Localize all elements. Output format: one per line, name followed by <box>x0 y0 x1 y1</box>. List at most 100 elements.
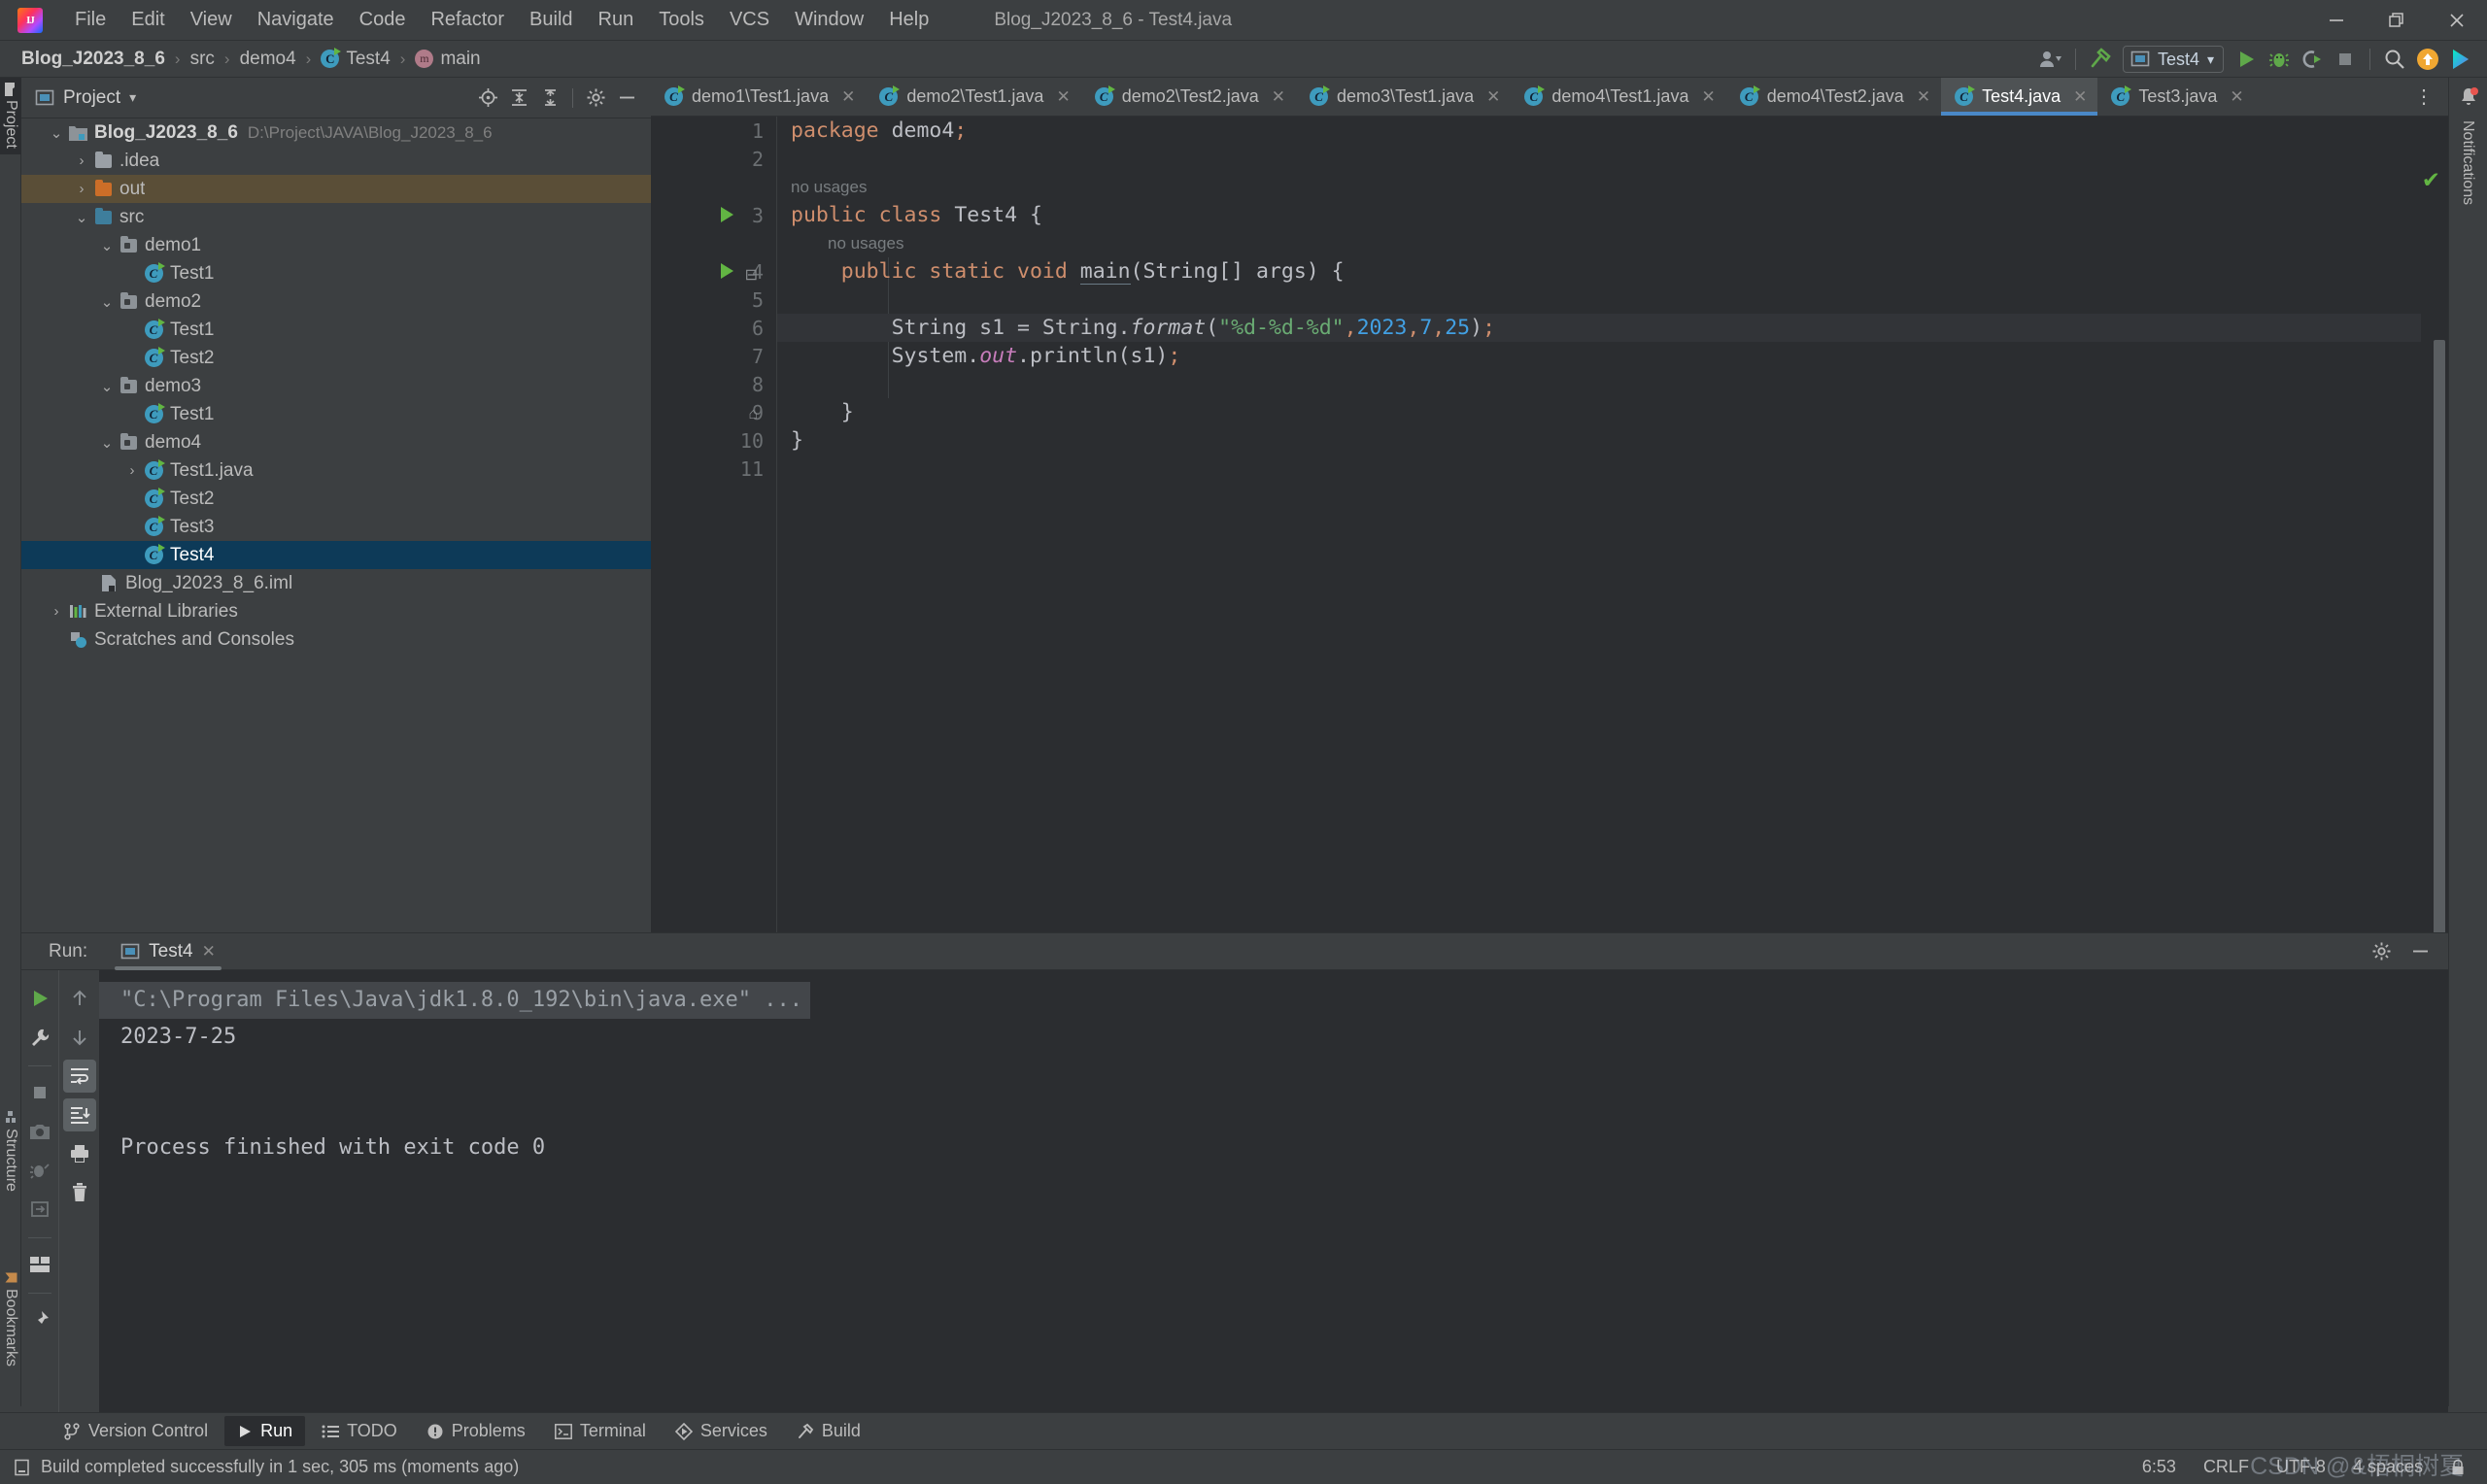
code-text[interactable]: package demo4; no usages public class Te… <box>777 117 2448 932</box>
hide-panel-icon[interactable] <box>612 84 641 112</box>
update-project-icon[interactable] <box>2411 45 2444 74</box>
close-icon[interactable]: ✕ <box>1917 87 1930 107</box>
menu-build[interactable]: Build <box>517 5 585 35</box>
tree-node-demo1-test1[interactable]: C Test1 <box>21 259 651 287</box>
editor-tab-test3[interactable]: C Test3.java ✕ <box>2097 78 2254 116</box>
chevron-right-icon[interactable]: › <box>47 603 66 620</box>
code-editor[interactable]: 1 2 3 4 ⊟ 5 6 7 8 9 ⌂ 10 11 package demo… <box>651 117 2448 1010</box>
menu-run[interactable]: Run <box>586 5 647 35</box>
print-icon[interactable] <box>63 1137 96 1170</box>
fold-region-end-icon[interactable]: ⌂ <box>748 406 758 423</box>
project-panel-title[interactable]: Project ▾ <box>35 87 136 109</box>
minimize-button[interactable] <box>2306 0 2367 41</box>
tree-node-demo4[interactable]: ⌄ demo4 <box>21 428 651 456</box>
expand-all-icon[interactable] <box>504 84 533 112</box>
bottom-item-build[interactable]: Build <box>784 1416 873 1446</box>
breadcrumb-project[interactable]: Blog_J2023_8_6 <box>16 47 171 72</box>
close-button[interactable] <box>2427 0 2487 41</box>
close-icon[interactable]: ✕ <box>1272 87 1285 107</box>
bottom-item-services[interactable]: Services <box>663 1416 780 1446</box>
camera-icon[interactable] <box>23 1115 56 1148</box>
menu-file[interactable]: File <box>62 5 119 35</box>
chevron-down-icon[interactable]: ⌄ <box>97 293 117 311</box>
stop-icon[interactable] <box>2329 45 2362 74</box>
menu-help[interactable]: Help <box>876 5 941 35</box>
editor-tab-demo2-test2[interactable]: C demo2\Test2.java ✕ <box>1081 78 1296 116</box>
soft-wrap-icon[interactable] <box>62 1060 96 1093</box>
bottom-item-problems[interactable]: Problems <box>414 1416 538 1446</box>
menu-refactor[interactable]: Refactor <box>418 5 517 35</box>
editor-tab-demo3-test1[interactable]: C demo3\Test1.java ✕ <box>1296 78 1511 116</box>
menu-code[interactable]: Code <box>347 5 419 35</box>
close-icon[interactable]: ✕ <box>202 942 216 961</box>
dump-threads-icon[interactable] <box>23 1154 56 1187</box>
tree-node-demo4-test4[interactable]: C Test4 <box>21 541 651 569</box>
sidebar-item-project[interactable]: Project <box>0 78 21 154</box>
run-icon[interactable] <box>2230 45 2263 74</box>
pin-icon[interactable] <box>23 1303 56 1336</box>
bottom-item-todo[interactable]: TODO <box>309 1416 410 1446</box>
editor-tab-test4[interactable]: C Test4.java ✕ <box>1941 78 2098 116</box>
line-separator[interactable]: CRLF <box>2203 1457 2249 1477</box>
tree-node-demo2-test1[interactable]: C Test1 <box>21 316 651 344</box>
restore-button[interactable] <box>2367 0 2427 41</box>
build-hammer-icon[interactable] <box>2084 45 2117 74</box>
menu-navigate[interactable]: Navigate <box>245 5 347 35</box>
sidebar-item-bookmarks[interactable]: Bookmarks <box>0 1265 21 1372</box>
breadcrumb-demo4[interactable]: demo4 <box>234 47 302 72</box>
close-icon[interactable]: ✕ <box>841 87 855 107</box>
tree-node-demo3[interactable]: ⌄ demo3 <box>21 372 651 400</box>
run-console-output[interactable]: "C:\Program Files\Java\jdk1.8.0_192\bin\… <box>99 970 2448 1426</box>
breadcrumb-src[interactable]: src <box>185 47 221 72</box>
tree-node-demo4-test3[interactable]: C Test3 <box>21 513 651 541</box>
fold-region-icon[interactable]: ⊟ <box>745 265 758 285</box>
idea-assistant-icon[interactable] <box>2444 45 2477 74</box>
run-gutter-icon[interactable] <box>721 263 733 279</box>
user-settings-icon[interactable] <box>2034 45 2067 74</box>
chevron-down-icon[interactable]: ⌄ <box>97 434 117 452</box>
editor-tab-demo4-test1[interactable]: C demo4\Test1.java ✕ <box>1511 78 1725 116</box>
editor-tab-demo4-test2[interactable]: C demo4\Test2.java ✕ <box>1726 78 1941 116</box>
tree-node-iml-file[interactable]: Blog_J2023_8_6.iml <box>21 569 651 597</box>
sidebar-item-structure[interactable]: Structure <box>0 1106 21 1197</box>
chevron-down-icon[interactable]: ⌄ <box>97 378 117 395</box>
caret-position[interactable]: 6:53 <box>2142 1457 2176 1477</box>
tree-node-demo3-test1[interactable]: C Test1 <box>21 400 651 428</box>
tree-node-demo4-test2[interactable]: C Test2 <box>21 485 651 513</box>
wrench-icon[interactable] <box>23 1021 56 1054</box>
tree-node-out[interactable]: › out <box>21 175 651 203</box>
inlay-hint-no-usages-class[interactable]: no usages <box>777 173 2448 201</box>
up-arrow-icon[interactable] <box>63 982 96 1015</box>
bottom-item-terminal[interactable]: Terminal <box>542 1416 659 1446</box>
editor-gutter[interactable]: 1 2 3 4 ⊟ 5 6 7 8 9 ⌂ 10 11 <box>651 117 777 932</box>
tree-node-src[interactable]: ⌄ src <box>21 203 651 231</box>
tree-node-external-libraries[interactable]: › External Libraries <box>21 597 651 625</box>
editor-markup-strip[interactable]: ✔ <box>2421 155 2448 1010</box>
run-gutter-icon[interactable] <box>721 207 733 222</box>
menu-tools[interactable]: Tools <box>646 5 717 35</box>
editor-tab-demo2-test1[interactable]: C demo2\Test1.java ✕ <box>866 78 1080 116</box>
tree-node-demo4-test1-java[interactable]: › C Test1.java <box>21 456 651 485</box>
collapse-all-icon[interactable] <box>535 84 564 112</box>
menu-view[interactable]: View <box>178 5 245 35</box>
menu-edit[interactable]: Edit <box>119 5 177 35</box>
menu-window[interactable]: Window <box>782 5 876 35</box>
run-with-coverage-icon[interactable] <box>2296 45 2329 74</box>
right-strip-notifications-label[interactable]: Notifications <box>2459 120 2476 205</box>
settings-gear-icon[interactable] <box>2367 938 2396 965</box>
close-icon[interactable]: ✕ <box>1056 87 1070 107</box>
chevron-right-icon[interactable]: › <box>72 181 91 197</box>
tree-node-scratches-and-consoles[interactable]: Scratches and Consoles <box>21 625 651 654</box>
editor-tabs-more-icon[interactable]: ⋮ <box>2401 78 2448 116</box>
breadcrumb-main[interactable]: m main <box>409 47 486 72</box>
tree-node-idea[interactable]: › .idea <box>21 147 651 175</box>
inlay-hint-no-usages-method[interactable]: no usages <box>777 229 2448 257</box>
close-icon[interactable]: ✕ <box>2073 87 2087 107</box>
breadcrumb-test4[interactable]: C Test4 <box>315 47 395 72</box>
stop-icon[interactable] <box>23 1076 56 1109</box>
chevron-down-icon[interactable]: ⌄ <box>97 237 117 254</box>
chevron-right-icon[interactable]: › <box>72 152 91 169</box>
bottom-item-version-control[interactable]: Version Control <box>51 1416 221 1446</box>
editor-scrollbar-thumb[interactable] <box>2434 340 2445 1010</box>
menu-vcs[interactable]: VCS <box>717 5 782 35</box>
